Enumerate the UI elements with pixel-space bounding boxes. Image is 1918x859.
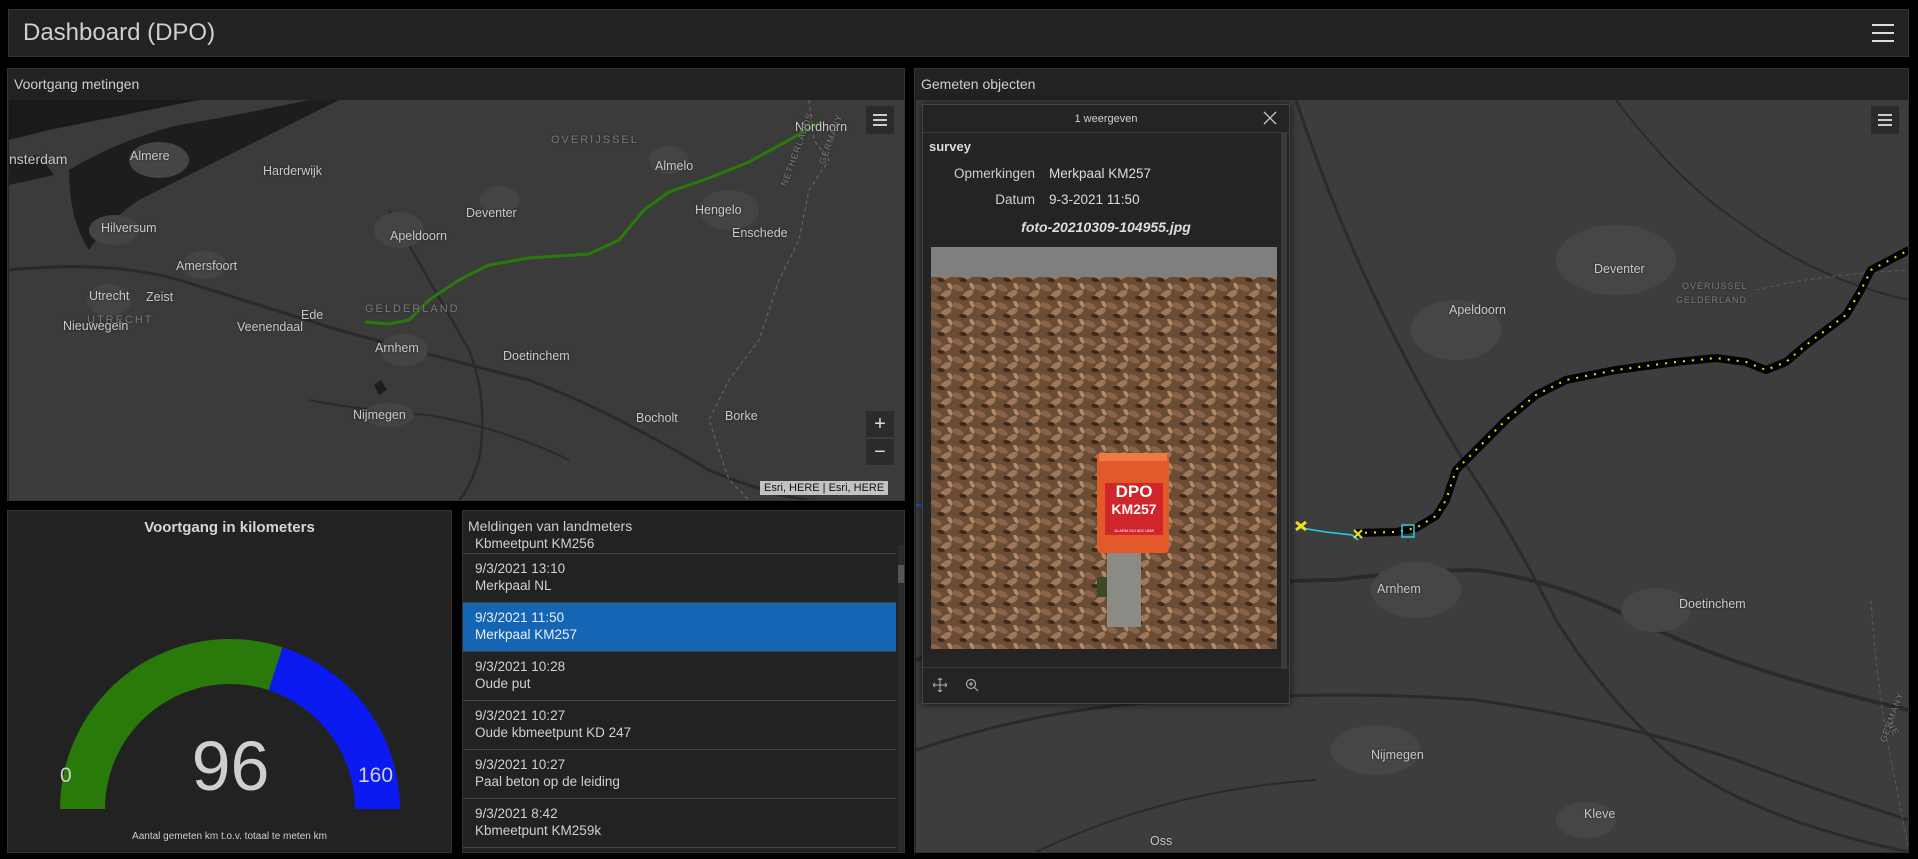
list-item-text: Oude kbmeetpunt KD 247 — [475, 725, 632, 740]
map-label-kleve: Kleve — [1584, 807, 1616, 821]
map-label-overijssel: OVERIJSSEL — [551, 134, 639, 146]
list-item-text: Paal beton op de leiding — [475, 774, 620, 789]
map-label-amersfoort: Amersfoort — [176, 259, 238, 273]
map-label-veenendaal: Veenendaal — [237, 320, 304, 334]
list-item[interactable]: Kbmeetpunt KM256 — [463, 538, 896, 554]
map-label-ede: Ede — [301, 308, 324, 322]
page-title: Dashboard (DPO) — [23, 19, 216, 46]
close-icon[interactable] — [1263, 111, 1277, 125]
map-label-enschede: Enschede — [732, 226, 788, 240]
panel-title: Gemeten objecten — [921, 76, 1036, 92]
map-label-gelderland: GELDERLAND — [365, 303, 460, 315]
list-item[interactable]: 9/3/2021 10:27 Paal beton op de leiding — [463, 750, 896, 799]
list-item-time: 9/3/2021 10:27 — [475, 708, 566, 723]
list-item[interactable]: 9/3/2021 10:27 Oude kbmeetpunt KD 247 — [463, 701, 896, 750]
map-label-overijssel: OVERIJSSEL — [1682, 281, 1748, 291]
field-key: Opmerkingen — [953, 166, 1035, 181]
panel-title: Meldingen van landmeters — [468, 518, 633, 534]
menu-icon[interactable] — [1872, 24, 1894, 42]
popup-footer — [923, 667, 1289, 703]
list-item-time: 9/3/2021 11:50 — [475, 610, 565, 625]
list-scrollbar[interactable] — [898, 545, 904, 852]
popup-field-row: Datum 9-3-2021 11:50 — [929, 192, 1283, 207]
list-item-time: 9/3/2021 10:27 — [475, 757, 566, 772]
photo-sign-small: ALARM 010 800 1888 — [1114, 528, 1154, 533]
progress-map-panel: Voortgang metingen Nordhorn Almere nster… — [7, 68, 905, 501]
list-item-time: 9/3/2021 10:28 — [475, 659, 566, 674]
list-item[interactable]: 9/3/2021 11:50 Merkpaal KM257 — [463, 603, 896, 652]
map-label-hilversum: Hilversum — [101, 221, 157, 235]
map-label-almelo: Almelo — [655, 159, 694, 173]
zoom-out-button[interactable]: − — [865, 438, 895, 466]
gauge-title: Voortgang in kilometers — [144, 519, 315, 536]
zoom-to-icon[interactable] — [965, 678, 979, 692]
gauge-panel: Voortgang in kilometers 96 0 160 Aantal … — [7, 510, 452, 853]
map-label-doetinchem: Doetinchem — [1679, 597, 1746, 611]
field-key: Datum — [995, 192, 1035, 207]
list-item[interactable]: 9/3/2021 13:10 Merkpaal NL — [463, 554, 896, 603]
map-label-arnhem: Arnhem — [375, 341, 419, 355]
map-label-bocholt: Bocholt — [636, 411, 678, 425]
map-label-gelderland: GELDERLAND — [1676, 295, 1748, 305]
popup-field-row: Opmerkingen Merkpaal KM257 — [929, 166, 1283, 181]
list-item[interactable]: 9/3/2021 10:28 Oude put — [463, 652, 896, 701]
photo-sign-code: KM257 — [1111, 501, 1157, 517]
map-label-borken: Borke — [725, 409, 758, 423]
map-label-deventer: Deventer — [466, 206, 517, 220]
list-item-text: Oude put — [475, 676, 531, 691]
photo-sign-brand: DPO — [1115, 482, 1153, 501]
field-value: Merkpaal KM257 — [1049, 166, 1152, 181]
map-label-utrecht: Utrecht — [89, 289, 130, 303]
gauge-max: 160 — [358, 764, 394, 787]
legend-button[interactable] — [865, 105, 895, 135]
gauge-min: 0 — [60, 764, 72, 787]
gauge-footer: Aantal gemeten km t.o.v. totaal te meten… — [132, 831, 327, 842]
list-item-time: 9/3/2021 13:10 — [475, 561, 566, 576]
progress-map[interactable]: Nordhorn Almere nsterdam Harderwijk OVER… — [9, 100, 904, 500]
map-label-hengelo: Hengelo — [695, 203, 742, 217]
list-item[interactable]: 9/3/2021 8:42 Kbmeetpunt KM259k — [463, 799, 896, 848]
popup-header: 1 weergeven — [923, 105, 1289, 133]
map-label-nijmegen: Nijmegen — [1371, 748, 1424, 762]
list-item-text: Merkpaal KM257 — [475, 627, 578, 642]
map-label-deventer: Deventer — [1594, 262, 1645, 276]
popup-layer-name: survey — [929, 139, 971, 154]
pan-icon[interactable] — [933, 678, 947, 692]
photo-image — [931, 247, 1277, 649]
map-attribution: Esri, HERE | Esri, HERE — [760, 481, 889, 495]
map-label-harderwijk: Harderwijk — [263, 164, 323, 178]
map-label-nieuwegein: Nieuwegein — [63, 319, 129, 333]
list-item-text: Kbmeetpunt KM259k — [475, 823, 602, 838]
list-item-text: Merkpaal NL — [475, 578, 552, 593]
panel-title: Voortgang metingen — [14, 76, 140, 92]
notifications-panel: Meldingen van landmeters Kbmeetpunt KM25… — [462, 510, 905, 853]
popup-count: 1 weergeven — [1074, 112, 1138, 125]
map-label-apeldoorn: Apeldoorn — [1449, 303, 1506, 317]
list-item-time: 9/3/2021 8:42 — [475, 806, 558, 821]
map-label-nijmegen: Nijmegen — [353, 408, 406, 422]
map-label-almere: Almere — [130, 149, 170, 163]
legend-button[interactable] — [1870, 105, 1900, 135]
field-value: 9-3-2021 11:50 — [1049, 192, 1140, 207]
notifications-list: Kbmeetpunt KM256 9/3/2021 13:10 Merkpaal … — [463, 538, 896, 852]
map-label-arnhem: Arnhem — [1377, 582, 1421, 596]
map-label-oss: Oss — [1150, 834, 1173, 848]
photo-caption: foto-20210309-104955.jpg — [1021, 219, 1191, 235]
app-header: Dashboard (DPO) — [8, 9, 1909, 57]
survey-photo[interactable]: DPO KM257 ALARM 010 800 1888 — [931, 247, 1277, 649]
map-label-apeldoorn: Apeldoorn — [390, 229, 447, 243]
map-label-zeist: Zeist — [146, 290, 174, 304]
feature-popup: 1 weergeven survey Opmerkingen Merkpaal … — [922, 104, 1290, 704]
map-label-amsterdam: nsterdam — [9, 151, 68, 167]
zoom-in-button[interactable]: + — [865, 410, 895, 438]
map-label-doetinchem: Doetinchem — [503, 349, 570, 363]
